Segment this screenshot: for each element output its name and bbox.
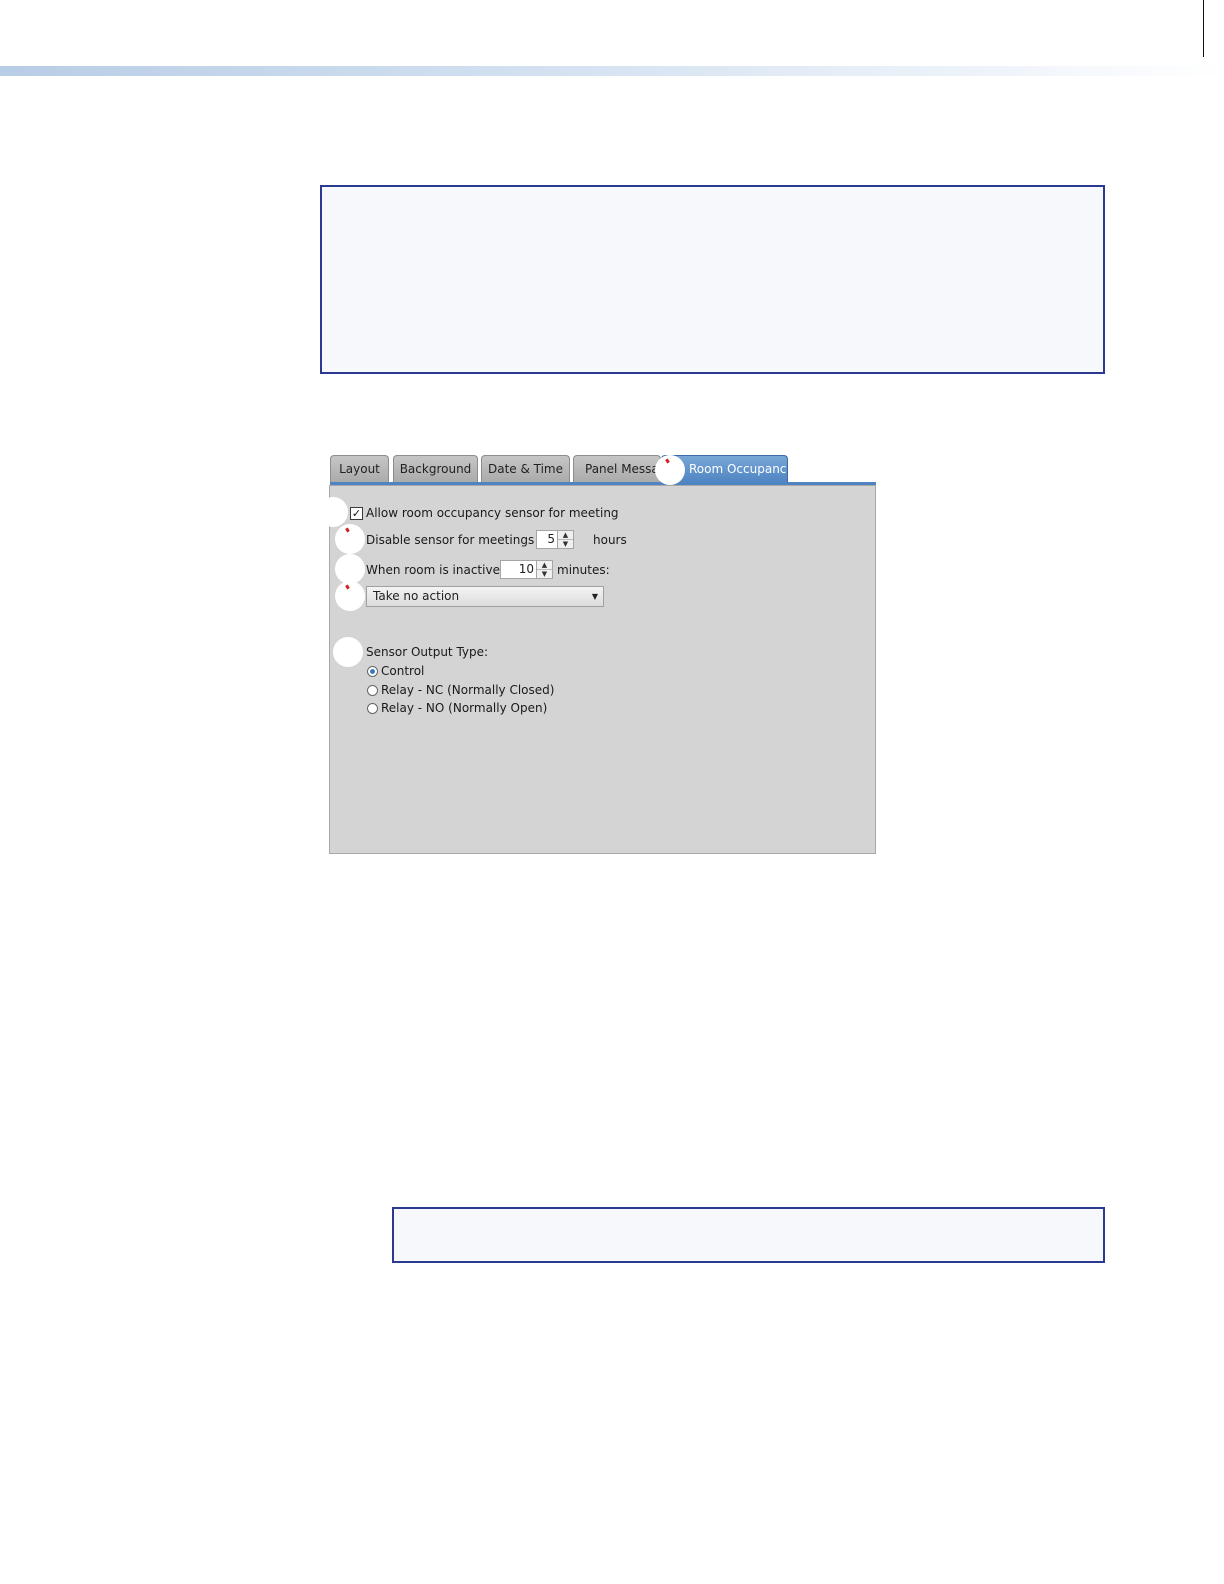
disable-hours-value: 5 (547, 532, 555, 546)
header-gradient-bar (0, 66, 1224, 76)
room-occupancy-panel: ✓ Allow room occupancy sensor for meetin… (329, 485, 876, 854)
increment-arrow-icon[interactable]: ▲ (558, 531, 573, 540)
output-relay-no-radio[interactable] (367, 703, 378, 714)
allow-sensor-label: Allow room occupancy sensor for meeting (366, 506, 619, 520)
output-relay-no-label: Relay - NO (Normally Open) (381, 701, 548, 715)
tab-panel-messages[interactable]: Panel Messag (573, 455, 661, 483)
tab-layout[interactable]: Layout (330, 455, 389, 483)
inactive-minutes-unit: minutes: (557, 563, 610, 577)
callout-marker (335, 524, 365, 554)
tab-bar: Layout Background Date & Time Panel Mess… (330, 455, 876, 483)
inactive-minutes-spin-buttons: ▲ ▼ (536, 561, 552, 578)
callout-marker (333, 637, 363, 667)
callout-marker (335, 581, 365, 611)
chevron-down-icon: ▼ (591, 592, 598, 601)
decrement-arrow-icon[interactable]: ▼ (537, 570, 552, 578)
inactive-minutes-value: 10 (518, 562, 534, 576)
note-box-top (320, 185, 1105, 374)
allow-sensor-checkbox[interactable]: ✓ (350, 507, 363, 520)
sensor-output-type-label: Sensor Output Type: (366, 645, 489, 659)
page-edge-line (1203, 0, 1204, 57)
inactive-action-value: Take no action (373, 589, 460, 603)
callout-marker (335, 554, 365, 584)
inactive-minutes-stepper[interactable]: 10 ▲ ▼ (500, 560, 553, 579)
output-relay-nc-radio[interactable] (367, 685, 378, 696)
output-control-label: Control (381, 664, 425, 678)
tab-background[interactable]: Background (393, 455, 478, 483)
disable-hours-stepper[interactable]: 5 ▲ ▼ (536, 530, 574, 549)
disable-hours-unit: hours (593, 533, 627, 547)
note-box-bottom (392, 1207, 1105, 1263)
callout-marker (655, 455, 685, 485)
increment-arrow-icon[interactable]: ▲ (537, 561, 552, 570)
decrement-arrow-icon[interactable]: ▼ (558, 540, 573, 548)
inactive-action-select[interactable]: Take no action ▼ (366, 586, 604, 607)
callout-marker (318, 497, 348, 527)
inactive-label: When room is inactive for (366, 563, 521, 577)
tab-date-time[interactable]: Date & Time (481, 455, 570, 483)
output-control-radio[interactable] (367, 666, 378, 677)
disable-sensor-label: Disable sensor for meetings over (366, 533, 565, 547)
disable-hours-spin-buttons: ▲ ▼ (557, 531, 573, 548)
output-relay-nc-label: Relay - NC (Normally Closed) (381, 683, 555, 697)
